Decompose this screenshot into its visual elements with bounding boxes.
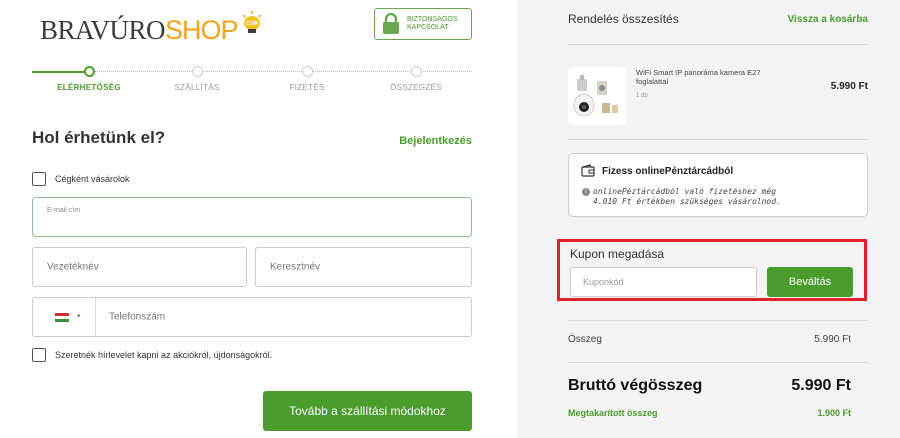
product-name: WiFi Smart IP panoráma kamera E27 foglal… xyxy=(636,68,761,86)
product-divider xyxy=(568,139,868,140)
secure-text-line1: BIZTONSÁGOS xyxy=(407,16,458,23)
firstname-placeholder: Keresztnév xyxy=(270,261,321,273)
savings-value: 1.900 Ft xyxy=(817,408,851,418)
logo-text-shop: SHOP xyxy=(165,15,239,45)
lastname-field[interactable]: Vezetéknév xyxy=(32,247,247,287)
coupon-placeholder: Kuponkód xyxy=(583,277,624,287)
newsletter-checkbox-row[interactable]: Szeretnék hírlevelet kapni az akciókról,… xyxy=(32,348,272,362)
wallet-icon xyxy=(581,164,595,177)
wallet-description: onlinePéztárcádból való fizetéshez még 4… xyxy=(593,187,781,206)
flag-hu-icon[interactable] xyxy=(55,313,69,322)
email-field[interactable]: E-mail cím xyxy=(32,197,472,237)
lastname-placeholder: Vezetéknév xyxy=(47,261,99,273)
newsletter-checkbox[interactable] xyxy=(32,348,46,362)
logo-badge: COM xyxy=(246,21,258,27)
product-qty: 1 db xyxy=(636,93,648,99)
step-label-shipping: SZÁLLÍTÁS xyxy=(174,83,220,92)
coupon-title: Kupon megadása xyxy=(570,247,665,261)
subtotal-label: Összeg xyxy=(568,334,602,345)
newsletter-checkbox-label: Szeretnék hírlevelet kapni az akciókról,… xyxy=(55,350,273,360)
login-link[interactable]: Bejelentkezés xyxy=(399,135,472,147)
phone-placeholder: Telefonszám xyxy=(109,311,166,323)
summary-title: Rendelés összesítés xyxy=(568,12,679,26)
logo-text-main: BRAVÚRO xyxy=(40,15,166,45)
brand-logo[interactable]: BRAVÚRO SHOP COM xyxy=(40,8,264,44)
company-checkbox-row[interactable]: Cégként vásárolok xyxy=(32,172,130,186)
subtotal-value: 5.990 Ft xyxy=(814,334,851,345)
coupon-divider xyxy=(568,320,868,321)
order-summary-panel: Rendelés összesítés Vissza a kosárba WiF… xyxy=(517,0,900,438)
next-shipping-button[interactable]: Tovább a szállítási módokhoz xyxy=(263,391,472,431)
lightbulb-icon: COM xyxy=(242,11,262,33)
info-icon: i xyxy=(582,188,590,196)
step-label-contact[interactable]: ELÉRHETŐSÉG xyxy=(57,83,121,92)
gross-total-value: 5.990 Ft xyxy=(791,377,851,394)
step-dot-summary xyxy=(411,66,422,77)
secure-text-line2: KAPCSOLAT xyxy=(407,24,449,31)
step-dot-shipping xyxy=(192,66,203,77)
gross-total-label: Bruttó végösszeg xyxy=(568,377,703,394)
step-dot-contact xyxy=(84,66,95,77)
firstname-field[interactable]: Keresztnév xyxy=(255,247,472,287)
company-checkbox-label: Cégként vásárolok xyxy=(55,174,130,184)
email-field-label: E-mail cím xyxy=(47,207,81,214)
wallet-title: Fizess onlinePénztárcádból xyxy=(602,166,734,177)
wallet-card: Fizess onlinePénztárcádból i onlinePéztá… xyxy=(568,153,868,217)
secure-connection-badge: BIZTONSÁGOS KAPCSOLAT xyxy=(374,8,472,40)
lock-icon xyxy=(383,13,399,34)
company-checkbox[interactable] xyxy=(32,172,46,186)
form-title: Hol érhetünk el? xyxy=(32,128,166,147)
summary-divider xyxy=(568,44,868,45)
chevron-down-icon[interactable]: ▾ xyxy=(77,312,81,320)
coupon-input[interactable]: Kuponkód xyxy=(570,267,757,297)
step-dot-payment xyxy=(302,66,313,77)
camera-bulb-icon xyxy=(568,67,626,125)
redeem-coupon-button[interactable]: Beváltás xyxy=(767,267,853,297)
savings-label: Megtakarított összeg xyxy=(568,408,658,418)
checkout-form-panel: BRAVÚRO SHOP COM BIZTONSÁGOS KAPCSOLAT E… xyxy=(0,0,517,438)
step-progress-line xyxy=(32,71,86,73)
coupon-section: Kupon megadása Kuponkód Beváltás xyxy=(557,239,867,301)
step-label-payment: FIZETÉS xyxy=(289,83,325,92)
checkout-steps: ELÉRHETŐSÉG SZÁLLÍTÁS FIZETÉS ÖSSZEGZÉS xyxy=(32,66,472,96)
product-price: 5.990 Ft xyxy=(830,81,868,92)
subtotal-divider xyxy=(568,362,868,363)
back-to-cart-link[interactable]: Vissza a kosárba xyxy=(788,14,868,25)
phone-field-divider xyxy=(95,298,96,336)
phone-field[interactable]: ▾ Telefonszám xyxy=(32,297,472,337)
step-label-summary: ÖSSZEGZÉS xyxy=(390,83,442,92)
